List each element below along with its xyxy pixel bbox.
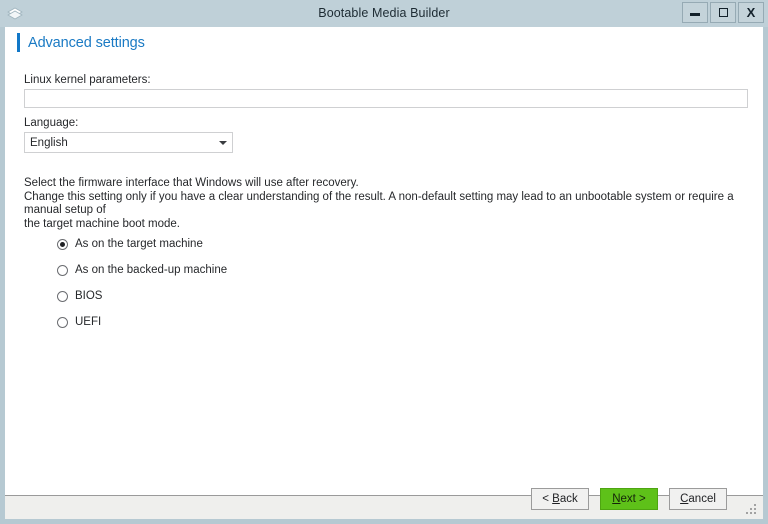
radio-bios[interactable]: BIOS <box>57 283 227 309</box>
radio-label: As on the target machine <box>75 238 203 250</box>
back-button[interactable]: < Back <box>531 488 589 510</box>
window-controls: X <box>682 2 764 23</box>
resize-grip[interactable] <box>746 504 757 515</box>
dialog-window: Bootable Media Builder X Advanced settin… <box>0 0 768 524</box>
kernel-parameters-label: Linux kernel parameters: <box>24 74 151 86</box>
cancel-button-label: Cancel <box>680 493 716 505</box>
next-button[interactable]: Next > <box>600 488 658 510</box>
page-header: Advanced settings <box>17 33 145 52</box>
kernel-parameters-input[interactable] <box>24 89 748 108</box>
firmware-radio-group: As on the target machine As on the backe… <box>57 231 227 335</box>
back-button-label: < Back <box>542 493 578 505</box>
next-button-label: Next > <box>612 493 646 505</box>
cancel-button[interactable]: Cancel <box>669 488 727 510</box>
minimize-button[interactable] <box>682 2 708 23</box>
radio-label: BIOS <box>75 290 103 302</box>
radio-icon <box>57 264 68 276</box>
description-line-2: Change this setting only if you have a c… <box>24 190 734 217</box>
language-select[interactable]: English <box>24 132 233 153</box>
radio-icon <box>57 290 68 302</box>
dialog-footer: < Back Next > Cancel <box>5 488 763 519</box>
description-line-1: Select the firmware interface that Windo… <box>24 177 359 189</box>
radio-icon <box>57 316 68 328</box>
radio-icon <box>57 238 68 250</box>
radio-as-on-backed-up-machine[interactable]: As on the backed-up machine <box>57 257 227 283</box>
language-label: Language: <box>24 117 79 129</box>
accent-bar <box>17 33 20 52</box>
radio-uefi[interactable]: UEFI <box>57 309 227 335</box>
language-select-value: English <box>30 136 68 149</box>
window-title: Bootable Media Builder <box>318 6 450 20</box>
page-title: Advanced settings <box>28 34 145 51</box>
description-line-3: the target machine boot mode. <box>24 217 180 230</box>
maximize-icon <box>718 7 728 17</box>
radio-label: As on the backed-up machine <box>75 264 228 276</box>
dialog-content: Advanced settings Linux kernel parameter… <box>5 27 763 495</box>
radio-as-on-target-machine[interactable]: As on the target machine <box>57 231 227 257</box>
title-bar: Bootable Media Builder X <box>0 0 768 27</box>
firmware-description: Select the firmware interface that Windo… <box>24 177 750 231</box>
chevron-down-icon <box>214 140 232 145</box>
minimize-icon <box>690 12 700 16</box>
maximize-button[interactable] <box>710 2 736 23</box>
close-button[interactable]: X <box>738 2 764 23</box>
radio-label: UEFI <box>75 316 102 328</box>
footer-buttons: < Back Next > Cancel <box>531 488 727 510</box>
